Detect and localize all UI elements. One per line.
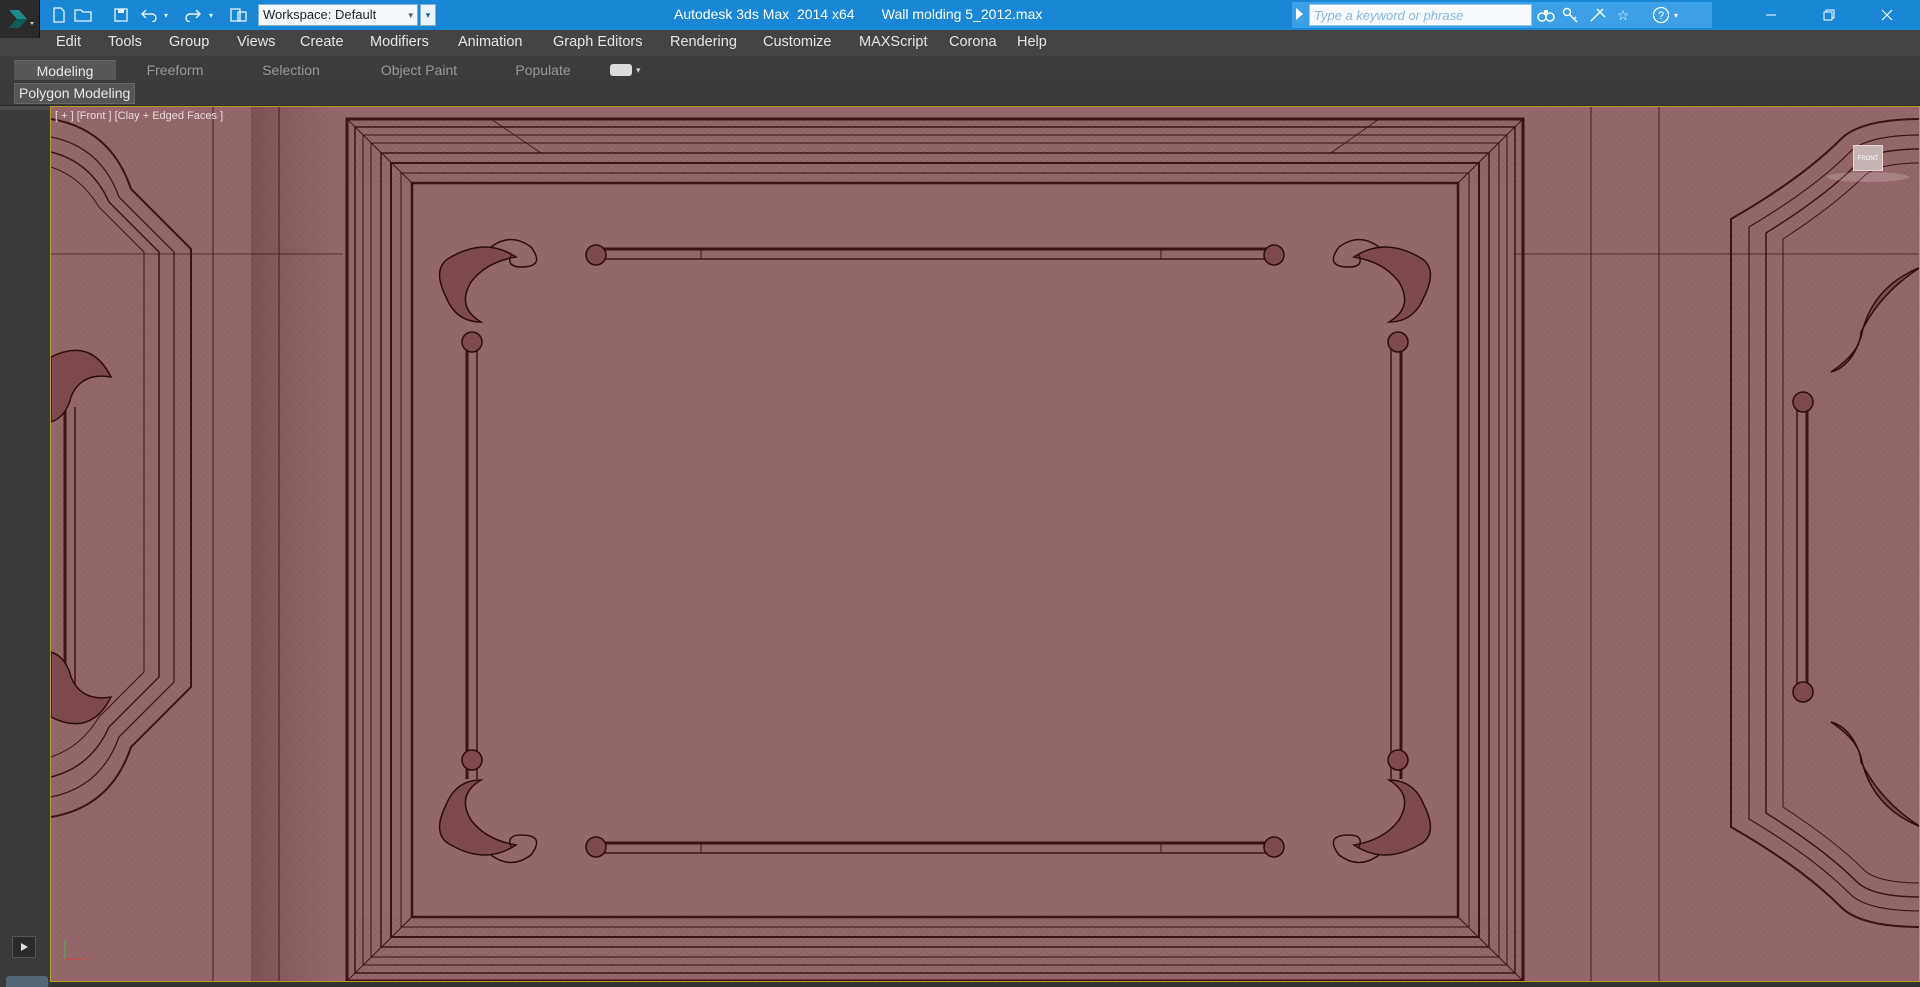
3ds-max-logo-icon (8, 10, 34, 28)
search-input[interactable] (1309, 4, 1532, 26)
help-icon[interactable]: ? (1650, 4, 1672, 26)
save-icon[interactable] (110, 4, 132, 26)
binoculars-icon[interactable] (1535, 4, 1557, 26)
menu-item-maxscript[interactable]: MAXScript (859, 34, 928, 50)
window-title: Autodesk 3ds Max 2014 x64 Wall molding 5… (674, 6, 1042, 22)
tab-object-paint[interactable]: Object Paint (366, 60, 472, 80)
menu-item-modifiers[interactable]: Modifiers (370, 34, 429, 50)
menu-item-group[interactable]: Group (169, 34, 209, 50)
redo-dropdown-icon[interactable]: ▾ (205, 4, 217, 26)
expand-arrow-icon[interactable] (1296, 8, 1303, 20)
polygon-modeling-panel[interactable]: Polygon Modeling (14, 83, 136, 104)
new-file-icon[interactable] (48, 4, 70, 26)
ribbon-panel-bar: Polygon Modeling (0, 82, 1920, 106)
help-dropdown-icon[interactable]: ▾ (1670, 4, 1682, 26)
status-bar (50, 982, 1920, 987)
subscription-key-icon[interactable] (1560, 4, 1582, 26)
viewcube[interactable]: FRONT (1853, 145, 1883, 171)
viewcube-compass[interactable] (1827, 172, 1909, 182)
undo-icon[interactable] (138, 4, 160, 26)
title-bar: ▾ ▾ Workspace: Default ▾ ▾ Autodesk 3ds … (0, 0, 1920, 38)
close-icon[interactable] (1858, 0, 1916, 30)
menu-item-help[interactable]: Help (1017, 34, 1047, 50)
menu-item-tools[interactable]: Tools (108, 34, 142, 50)
workspace-options-icon[interactable]: ▾ (420, 4, 436, 26)
menu-item-corona[interactable]: Corona (949, 34, 997, 50)
minimize-icon[interactable] (1742, 0, 1800, 30)
menu-item-rendering[interactable]: Rendering (670, 34, 737, 50)
tab-populate[interactable]: Populate (492, 60, 594, 80)
wall-molding-model (51, 107, 1919, 981)
tab-selection[interactable]: Selection (240, 60, 342, 80)
ribbon-options-dropdown-icon[interactable]: ▾ (636, 65, 641, 76)
menu-item-graph-editors[interactable]: Graph Editors (553, 34, 642, 50)
menu-item-edit[interactable]: Edit (56, 34, 81, 50)
restore-icon[interactable] (1800, 0, 1858, 30)
bottom-panel-tab[interactable] (6, 976, 48, 987)
left-toolbar-strip (0, 106, 50, 987)
menu-item-customize[interactable]: Customize (763, 34, 832, 50)
menu-item-create[interactable]: Create (300, 34, 344, 50)
tab-freeform[interactable]: Freeform (124, 60, 226, 80)
menu-item-views[interactable]: Views (237, 34, 275, 50)
front-viewport[interactable]: [ + ] [Front ] [Clay + Edged Faces ] FRO… (50, 106, 1920, 982)
workspace-label: Workspace: Default (263, 7, 377, 22)
ribbon-options-icon[interactable] (610, 64, 632, 76)
communication-center-icon[interactable] (1587, 4, 1609, 26)
menu-bar: Edit Tools Group Views Create Modifiers … (40, 30, 1920, 56)
svg-text:?: ? (1658, 10, 1664, 22)
open-file-icon[interactable] (72, 4, 94, 26)
workspace-dropdown[interactable]: Workspace: Default ▾ (258, 4, 418, 26)
file-name: Wall molding 5_2012.max (881, 6, 1043, 22)
play-icon[interactable] (12, 936, 36, 958)
tab-modeling[interactable]: Modeling (14, 60, 116, 80)
undo-dropdown-icon[interactable]: ▾ (160, 4, 172, 26)
ribbon-tabs: Modeling Freeform Selection Object Paint… (0, 56, 1920, 82)
project-folder-icon[interactable] (228, 4, 250, 26)
application-menu-button[interactable] (0, 0, 40, 38)
redo-icon[interactable] (182, 4, 204, 26)
favorites-star-icon[interactable]: ☆ (1612, 4, 1634, 26)
chevron-down-icon: ▾ (408, 10, 413, 20)
menu-item-animation[interactable]: Animation (458, 34, 522, 50)
viewport-label[interactable]: [ + ] [Front ] [Clay + Edged Faces ] (55, 110, 223, 122)
infocenter: ☆ ? ▾ (1292, 2, 1712, 28)
app-title: Autodesk 3ds Max 2014 x64 (674, 6, 855, 22)
